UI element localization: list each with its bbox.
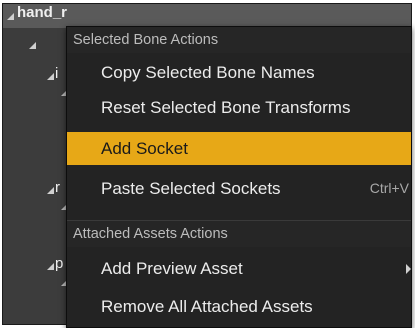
menu-item-label: Add Preview Asset [101,259,243,278]
expand-triangle-icon[interactable] [29,42,36,49]
tree-row-label: p [55,255,64,272]
tree-row-label: i [55,65,59,82]
expand-triangle-icon[interactable] [47,73,54,80]
menu-item-label: Reset Selected Bone Transforms [101,98,351,117]
remove-all-attached-assets-item[interactable]: Remove All Attached Assets [67,290,411,323]
bone-context-menu: Selected Bone Actions Copy Selected Bone… [66,26,412,328]
menu-item-label: Remove All Attached Assets [101,297,313,316]
section-header-selected-bone-actions: Selected Bone Actions [67,27,411,53]
expand-triangle-icon[interactable] [47,187,54,194]
menu-item-label: Copy Selected Bone Names [101,63,315,82]
skeleton-editor-region: hand_r i r p Selected Bone Actions Copy … [0,0,415,328]
expand-triangle-icon[interactable] [47,263,54,270]
submenu-arrow-icon [406,264,411,274]
tree-row-label: r [55,179,60,196]
paste-selected-sockets-item[interactable]: Paste Selected Sockets Ctrl+V [67,172,411,205]
menu-item-label: Add Socket [101,139,188,158]
menu-item-label: Paste Selected Sockets [101,179,281,198]
reset-selected-bone-transforms-item[interactable]: Reset Selected Bone Transforms [67,91,411,124]
section-header-attached-assets-actions: Attached Assets Actions [67,220,411,247]
add-preview-asset-item[interactable]: Add Preview Asset [67,252,411,285]
expand-triangle-icon[interactable] [7,13,14,20]
add-socket-item[interactable]: Add Socket [67,132,411,165]
copy-selected-bone-names-item[interactable]: Copy Selected Bone Names [67,56,411,89]
shortcut-label: Ctrl+V [369,180,409,196]
tree-row-hand-r[interactable]: hand_r [3,4,411,28]
tree-row-label: hand_r [17,4,68,21]
